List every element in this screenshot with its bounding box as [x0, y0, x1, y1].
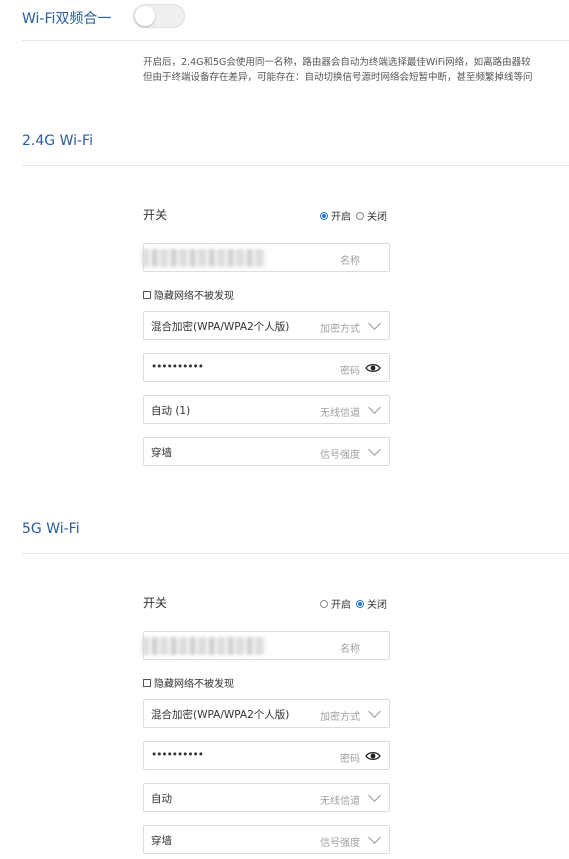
strength-value: 穿墙: [151, 835, 172, 847]
encryption-hint: 加密方式: [320, 324, 360, 335]
chevron-down-icon: [368, 705, 381, 718]
chevron-down-icon: [368, 401, 381, 414]
strength-hint: 信号强度: [320, 838, 360, 849]
channel-hint: 无线信道: [320, 796, 360, 807]
hide-checkbox[interactable]: [143, 678, 151, 687]
encryption-hint: 加密方式: [320, 712, 360, 723]
radio-group-24g: 开启 关闭: [320, 208, 387, 223]
hide-network-5g[interactable]: 隐藏网络不被发现: [143, 675, 234, 690]
hide-network-24g[interactable]: 隐藏网络不被发现: [143, 287, 234, 302]
strength-value: 穿墙: [151, 447, 172, 459]
encryption-value: 混合加密(WPA/WPA2个人版): [151, 709, 290, 721]
password-value: ••••••••••: [151, 749, 204, 761]
description-line-2: 但由于终端设备存在差异，可能存在：自动切换信号源时网络会短暂中断，甚至频繁掉线等…: [143, 72, 533, 83]
radio-off-label: 关闭: [367, 212, 387, 223]
name-hint: 名称: [340, 644, 360, 655]
switch-label-24g: 开关: [143, 208, 168, 222]
hide-checkbox[interactable]: [143, 290, 151, 299]
chevron-down-icon: [368, 317, 381, 330]
section-title-5g: 5G Wi-Fi: [22, 521, 80, 537]
section-title-24g: 2.4G Wi-Fi: [22, 133, 93, 149]
radio-group-5g: 开启 关闭: [320, 596, 387, 611]
channel-select-5g[interactable]: 自动 无线信道: [143, 783, 390, 812]
encryption-select-5g[interactable]: 混合加密(WPA/WPA2个人版) 加密方式: [143, 699, 390, 728]
radio-off-24g[interactable]: [356, 211, 364, 220]
password-hint: 密码: [340, 366, 360, 377]
strength-select-24g[interactable]: 穿墙 信号强度: [143, 437, 390, 466]
ssid-field-5g[interactable]: 名称: [142, 631, 390, 660]
hide-label: 隐藏网络不被发现: [154, 291, 234, 302]
channel-value: 自动 (1): [151, 405, 191, 417]
channel-hint: 无线信道: [320, 408, 360, 419]
description-line-1: 开启后，2.4G和5G会使用同一名称，路由器会自动为终端选择最佳WiFi网络，如…: [143, 57, 531, 68]
ssid-value-redacted: [142, 249, 266, 267]
dual-band-description: 开启后，2.4G和5G会使用同一名称，路由器会自动为终端选择最佳WiFi网络，如…: [143, 55, 533, 85]
name-hint: 名称: [340, 256, 360, 267]
ssid-field-24g[interactable]: 名称: [142, 243, 390, 272]
chevron-down-icon: [368, 443, 381, 456]
radio-off-5g[interactable]: [356, 599, 364, 608]
chevron-down-icon: [368, 831, 381, 844]
switch-label-5g: 开关: [143, 596, 168, 610]
toggle-knob: [135, 6, 155, 26]
eye-icon[interactable]: [365, 361, 381, 375]
dual-band-title: Wi-Fi双频合一: [22, 11, 112, 27]
password-field-24g[interactable]: •••••••••• 密码: [143, 353, 390, 382]
radio-on-label: 开启: [331, 212, 351, 223]
eye-icon[interactable]: [365, 749, 381, 763]
radio-on-5g[interactable]: [320, 599, 328, 608]
encryption-value: 混合加密(WPA/WPA2个人版): [151, 321, 290, 333]
radio-off-label: 关闭: [367, 600, 387, 611]
chevron-down-icon: [368, 789, 381, 802]
dual-band-toggle[interactable]: [133, 4, 185, 28]
hide-label: 隐藏网络不被发现: [154, 679, 234, 690]
divider: [22, 553, 569, 554]
radio-on-24g[interactable]: [320, 211, 328, 220]
radio-on-label: 开启: [331, 600, 351, 611]
divider: [22, 40, 569, 41]
password-field-5g[interactable]: •••••••••• 密码: [143, 741, 390, 770]
encryption-select-24g[interactable]: 混合加密(WPA/WPA2个人版) 加密方式: [143, 311, 390, 340]
ssid-value-redacted: [142, 637, 266, 655]
password-value: ••••••••••: [151, 361, 204, 373]
strength-select-5g[interactable]: 穿墙 信号强度: [143, 825, 390, 854]
channel-value: 自动: [151, 793, 172, 805]
divider: [22, 165, 569, 166]
password-hint: 密码: [340, 754, 360, 765]
strength-hint: 信号强度: [320, 450, 360, 461]
channel-select-24g[interactable]: 自动 (1) 无线信道: [143, 395, 390, 424]
